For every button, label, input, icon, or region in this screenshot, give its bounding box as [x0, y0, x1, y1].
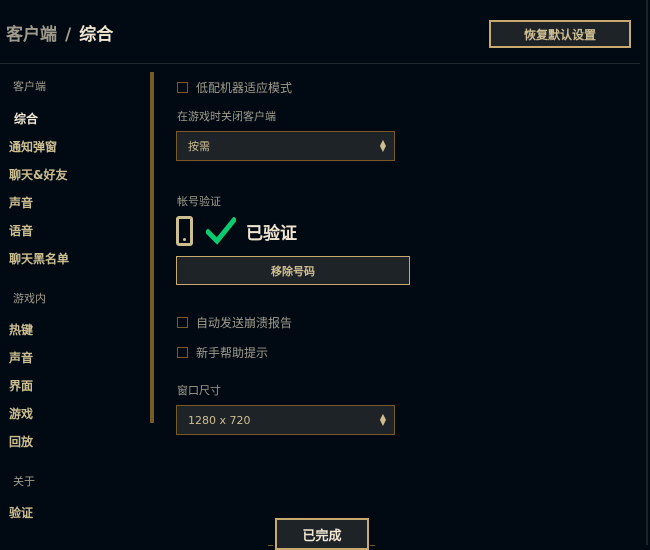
sidebar-item-chat-blocklist[interactable]: 聊天黑名单 [9, 250, 69, 267]
window-size-select[interactable]: 1280 x 720 ▲ ▼ [176, 405, 395, 435]
phone-icon [176, 216, 193, 246]
sidebar-item-hotkeys[interactable]: 热键 [9, 321, 33, 338]
breadcrumb-parent: 客户端 [6, 25, 57, 45]
account-verification-label: 帐号验证 [177, 195, 221, 208]
header-divider [0, 63, 640, 64]
close-client-select[interactable]: 按需 ▲ ▼ [176, 131, 395, 161]
crash-report-option[interactable]: 自动发送崩溃报告 [177, 314, 292, 331]
sidebar-item-ingame-sound[interactable]: 声音 [9, 349, 33, 366]
tips-checkbox[interactable] [177, 347, 188, 358]
close-client-label: 在游戏时关闭客户端 [177, 110, 276, 123]
sidebar-item-replay[interactable]: 回放 [9, 433, 33, 450]
low-spec-mode-label: 低配机器适应模式 [196, 81, 293, 95]
window-size-label: 窗口尺寸 [177, 384, 221, 397]
reset-defaults-button[interactable]: 恢复默认设置 [489, 20, 631, 48]
window-size-value: 1280 x 720 [188, 413, 251, 427]
up-down-chevron-icon: ▲ ▼ [379, 138, 386, 153]
breadcrumb-separator: / [65, 25, 72, 45]
low-spec-mode-checkbox[interactable] [177, 82, 188, 93]
sidebar-group-client: 客户端 [13, 80, 46, 93]
sidebar-item-sound[interactable]: 声音 [9, 194, 33, 211]
close-client-value: 按需 [188, 140, 210, 153]
crash-report-label: 自动发送崩溃报告 [196, 316, 293, 330]
sidebar-group-ingame: 游戏内 [13, 292, 46, 305]
sidebar-group-about: 关于 [13, 475, 35, 488]
tips-label: 新手帮助提示 [196, 346, 269, 360]
sidebar-scrollbar-thumb[interactable] [150, 72, 154, 423]
breadcrumb-current: 综合 [79, 25, 114, 45]
settings-window: 客户端 / 综合 恢复默认设置 客户端 综合 通知弹窗 聊天&好友 声音 语音 聊天… [0, 0, 648, 550]
sidebar-item-notifications[interactable]: 通知弹窗 [9, 138, 57, 155]
checkmark-icon [206, 217, 236, 245]
sidebar-item-general[interactable]: 综合 [14, 110, 38, 127]
sidebar-item-voice[interactable]: 语音 [9, 222, 33, 239]
sidebar-item-chat-friends[interactable]: 聊天&好友 [9, 166, 67, 183]
page-title: 客户端 / 综合 [6, 20, 113, 45]
sidebar-item-game[interactable]: 游戏 [9, 405, 33, 422]
crash-report-checkbox[interactable] [177, 317, 188, 328]
up-down-chevron-icon: ▲ ▼ [379, 412, 386, 427]
sidebar-item-interface[interactable]: 界面 [9, 377, 33, 394]
verified-text: 已验证 [246, 223, 297, 244]
low-spec-mode-option[interactable]: 低配机器适应模式 [177, 79, 292, 96]
done-button[interactable]: 已完成 [275, 518, 369, 550]
verified-status: 已验证 [176, 214, 297, 248]
remove-number-button[interactable]: 移除号码 [176, 256, 410, 285]
sidebar-item-verification[interactable]: 验证 [9, 504, 33, 521]
tips-option[interactable]: 新手帮助提示 [177, 344, 268, 361]
